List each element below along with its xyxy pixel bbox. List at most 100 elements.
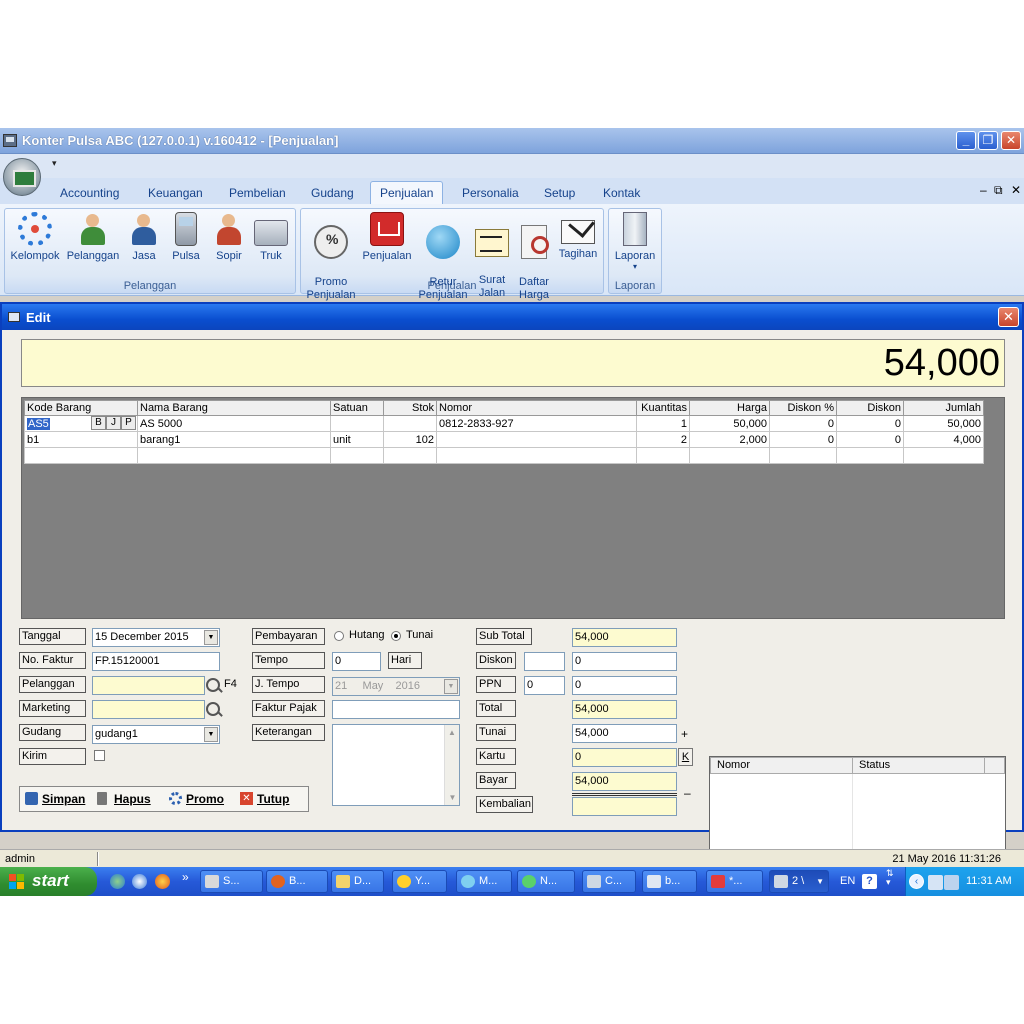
grid-cell[interactable] bbox=[903, 447, 984, 464]
mdi-restore-button[interactable]: ⧉ bbox=[994, 183, 1003, 198]
grid-cell[interactable]: AS 5000 bbox=[137, 415, 331, 432]
gudang-select[interactable]: gudang1 ▼ bbox=[92, 725, 220, 744]
language-indicator[interactable]: EN bbox=[840, 875, 855, 887]
grid-cell[interactable]: 4,000 bbox=[903, 431, 984, 448]
column-header[interactable]: Nomor bbox=[436, 400, 637, 416]
quicklaunch-more-icon[interactable]: » bbox=[182, 870, 189, 884]
grid-cell[interactable] bbox=[769, 447, 837, 464]
taskbar-item[interactable]: b... bbox=[642, 870, 697, 893]
grid-cell[interactable] bbox=[330, 415, 384, 432]
kode-barang-value[interactable]: AS5 bbox=[27, 417, 50, 430]
column-header[interactable]: Nama Barang bbox=[137, 400, 331, 416]
grid-cell[interactable]: 0812-2833-927 bbox=[436, 415, 637, 432]
diskon-amount-input[interactable]: 0 bbox=[572, 652, 677, 671]
grid-cell[interactable] bbox=[24, 447, 138, 464]
minimize-button[interactable]: _ bbox=[956, 131, 976, 150]
tab-personalia[interactable]: Personalia bbox=[462, 186, 519, 200]
ribbon-button-pulsa[interactable]: Pulsa bbox=[168, 212, 204, 263]
grid-cell[interactable] bbox=[836, 447, 904, 464]
grid-cell[interactable]: 0 bbox=[836, 431, 904, 448]
taskbar-group-item[interactable]: 2 \ ▼ bbox=[769, 870, 829, 893]
tab-gudang[interactable]: Gudang bbox=[311, 186, 354, 200]
grid-cell[interactable] bbox=[436, 431, 637, 448]
column-header[interactable]: Satuan bbox=[330, 400, 384, 416]
column-header[interactable]: Status bbox=[852, 757, 985, 774]
ribbon-button-penjualan[interactable]: Penjualan bbox=[360, 212, 414, 263]
mdi-minimize-button[interactable]: – bbox=[980, 183, 987, 197]
grid-cell[interactable]: 50,000 bbox=[903, 415, 984, 432]
column-header[interactable]: Kode Barang bbox=[24, 400, 138, 416]
grid-cell[interactable]: b1 bbox=[24, 431, 138, 448]
mdi-close-button[interactable]: ✕ bbox=[1011, 183, 1021, 197]
no-faktur-input[interactable]: FP.15120001 bbox=[92, 652, 220, 671]
ppn-percent-input[interactable]: 0 bbox=[524, 676, 565, 695]
taskbar-item[interactable]: C... bbox=[582, 870, 636, 893]
column-header[interactable]: Jumlah bbox=[903, 400, 984, 416]
grid-cell[interactable]: 1 bbox=[636, 415, 690, 432]
b-button[interactable]: B bbox=[91, 416, 106, 430]
marketing-search-icon[interactable] bbox=[206, 702, 220, 716]
column-header[interactable]: Nomor bbox=[710, 757, 853, 774]
tempo-input[interactable]: 0 bbox=[332, 652, 381, 671]
scroll-down-icon[interactable]: ▼ bbox=[445, 790, 460, 805]
browser-icon[interactable] bbox=[132, 874, 147, 889]
grid-cell[interactable]: 2,000 bbox=[689, 431, 770, 448]
taskbar-item[interactable]: D... bbox=[331, 870, 384, 893]
kartu-input[interactable]: 0 bbox=[572, 748, 677, 767]
ribbon-button-truk[interactable]: Truk bbox=[252, 212, 290, 263]
tunai-radio[interactable] bbox=[391, 631, 401, 641]
keterangan-textarea[interactable]: ▲ ▼ bbox=[332, 724, 460, 806]
grid-cell[interactable]: 0 bbox=[836, 415, 904, 432]
grid-cell[interactable] bbox=[383, 415, 437, 432]
ribbon-button-pelanggan[interactable]: Pelanggan bbox=[64, 212, 122, 263]
tray-app-icon[interactable] bbox=[928, 875, 943, 890]
ribbon-button-retur-penjualan[interactable]: Retur Penjualan bbox=[415, 212, 471, 315]
taskbar-item[interactable]: M... bbox=[456, 870, 512, 893]
scroll-up-icon[interactable]: ▲ bbox=[445, 725, 459, 740]
grid-cell[interactable]: 2 bbox=[636, 431, 690, 448]
tray-network-icon[interactable] bbox=[944, 875, 959, 890]
kartu-button[interactable]: K bbox=[678, 748, 693, 766]
promo-button[interactable]: Promo bbox=[166, 789, 234, 811]
grid-cell[interactable] bbox=[137, 447, 331, 464]
tanggal-picker[interactable]: 15 December 2015 ▼ bbox=[92, 628, 220, 647]
tab-penjualan[interactable]: Penjualan bbox=[370, 181, 444, 205]
ribbon-button-laporan[interactable]: Laporan ▾ bbox=[611, 212, 659, 271]
table-row[interactable] bbox=[24, 447, 984, 464]
ribbon-button-daftar-harga[interactable]: Daftar Harga bbox=[514, 212, 554, 315]
chevron-down-icon[interactable]: ▼ bbox=[204, 630, 218, 645]
pelanggan-search-icon[interactable] bbox=[206, 678, 220, 692]
hapus-button[interactable]: Hapus bbox=[94, 789, 162, 811]
grid-cell[interactable] bbox=[436, 447, 637, 464]
simpan-button[interactable]: Simpan bbox=[22, 789, 92, 811]
taskbar-item[interactable]: S... bbox=[200, 870, 263, 893]
grid-cell[interactable]: 0 bbox=[769, 415, 837, 432]
grid-cell[interactable]: barang1 bbox=[137, 431, 331, 448]
diskon-percent-input[interactable] bbox=[524, 652, 565, 671]
kode-barang-cell[interactable]: AS5 BJP bbox=[24, 415, 138, 432]
firefox-icon[interactable] bbox=[155, 874, 170, 889]
ribbon-button-surat-jalan[interactable]: Surat Jalan bbox=[473, 212, 511, 313]
tunai-input[interactable]: 54,000 bbox=[572, 724, 677, 743]
marketing-input[interactable] bbox=[92, 700, 205, 719]
j-button[interactable]: J bbox=[106, 416, 121, 430]
ribbon-button-promo-penjualan[interactable]: Promo Penjualan bbox=[303, 212, 359, 315]
ribbon-button-kelompok[interactable]: Kelompok bbox=[8, 212, 62, 263]
tab-setup[interactable]: Setup bbox=[544, 186, 575, 200]
column-header[interactable]: Harga bbox=[689, 400, 770, 416]
column-header[interactable]: Stok bbox=[383, 400, 437, 416]
tutup-button[interactable]: ✕ Tutup bbox=[237, 789, 305, 811]
maximize-button[interactable]: ❐ bbox=[978, 131, 998, 150]
table-row[interactable]: AS5 BJP AS 5000 0812-2833-927 1 50,000 0… bbox=[24, 415, 984, 432]
tab-kontak[interactable]: Kontak bbox=[603, 186, 640, 200]
column-header[interactable]: Diskon bbox=[836, 400, 904, 416]
tray-expand-icon[interactable]: ‹ bbox=[909, 874, 924, 889]
tab-pembelian[interactable]: Pembelian bbox=[229, 186, 286, 200]
ribbon-button-tagihan[interactable]: Tagihan bbox=[555, 212, 601, 261]
start-button[interactable]: start bbox=[0, 867, 97, 896]
taskbar-clock[interactable]: 11:31 AM bbox=[966, 875, 1012, 887]
tab-accounting[interactable]: Accounting bbox=[60, 186, 119, 200]
kirim-checkbox[interactable] bbox=[94, 750, 105, 761]
ribbon-button-jasa[interactable]: Jasa bbox=[126, 212, 162, 263]
network-globe-icon[interactable] bbox=[110, 874, 125, 889]
